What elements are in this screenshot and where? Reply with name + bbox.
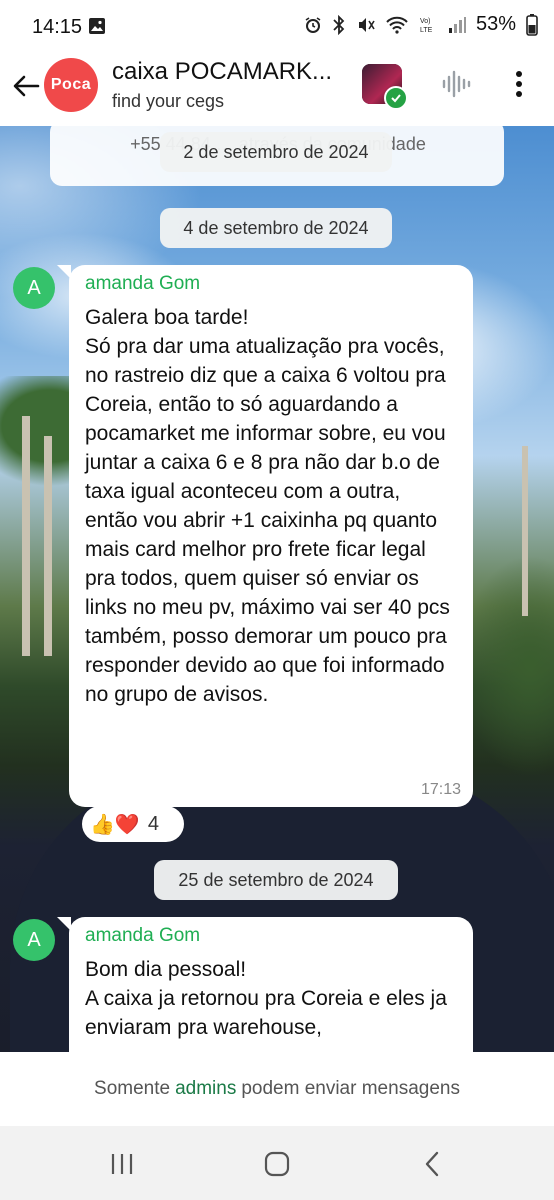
volte-icon: Vo) LTE [420, 18, 433, 34]
status-time: 14:15 [32, 16, 83, 38]
sender-avatar[interactable]: A [13, 267, 55, 309]
status-icons: Vo) LTE 53% [304, 13, 538, 36]
more-vertical-icon [516, 71, 522, 97]
voice-chat-button[interactable] [438, 66, 474, 102]
home-button[interactable] [257, 1148, 297, 1180]
sender-name[interactable]: amanda Gom [85, 925, 200, 947]
reaction-count: 4 [147, 812, 159, 835]
home-icon [264, 1151, 290, 1177]
arrow-left-icon [13, 75, 40, 97]
message-bubble[interactable]: amanda Gom Galera boa tarde! Só pra dar … [69, 265, 473, 807]
banner-prefix: Somente [94, 1078, 171, 1099]
audio-wave-icon [442, 70, 471, 98]
message-time: 17:13 [420, 781, 461, 798]
battery-icon [526, 13, 538, 36]
status-bar: 14:15 Vo) LTE 53% [0, 0, 554, 54]
back-button[interactable] [8, 68, 44, 104]
sender-name[interactable]: amanda Gom [85, 273, 200, 295]
reactions-bar[interactable]: 👍❤️ 4 [82, 806, 184, 842]
message-text: Bom dia pessoal! A caixa ja retornou pra… [85, 958, 447, 1039]
chat-area[interactable]: +55 44 84 … através da comunidade 2 de s… [0, 126, 554, 1052]
wallpaper-trunk [22, 416, 30, 656]
system-nav-bar [0, 1126, 554, 1200]
svg-text:LTE: LTE [420, 27, 433, 34]
group-title[interactable]: caixa POCAMARK... [112, 58, 332, 86]
admins-only-banner: Somente admins podem enviar mensagens [0, 1052, 554, 1126]
svg-text:Vo): Vo) [420, 18, 431, 25]
group-avatar-text: Poca [50, 76, 92, 93]
wallpaper-trunk [522, 446, 528, 616]
group-subtitle[interactable]: find your cegs [112, 91, 224, 112]
floating-date-pill: 2 de setembro de 2024 [160, 132, 392, 172]
signal-icon [448, 16, 466, 33]
wallpaper-trunk [44, 436, 52, 656]
reaction-emojis: 👍❤️ [90, 813, 140, 836]
bluetooth-icon [333, 14, 345, 35]
chevron-left-icon [425, 1151, 439, 1177]
wifi-icon [386, 16, 408, 34]
recents-icon [111, 1154, 133, 1174]
wallpaper-bush [470, 546, 554, 786]
check-icon [384, 86, 408, 110]
more-options-button[interactable] [504, 66, 534, 102]
admins-link[interactable]: admins [175, 1078, 236, 1100]
sender-avatar-letter: A [27, 276, 41, 299]
message-bubble[interactable]: amanda Gom Bom dia pessoal! A caixa ja r… [69, 917, 473, 1052]
chat-header: Poca caixa POCAMARK... find your cegs [0, 54, 554, 126]
sender-avatar[interactable]: A [13, 919, 55, 961]
community-avatar[interactable] [362, 64, 408, 110]
back-nav-button[interactable] [412, 1148, 452, 1180]
gallery-icon [89, 18, 105, 34]
recent-apps-button[interactable] [102, 1148, 142, 1180]
date-divider: 4 de setembro de 2024 [160, 208, 392, 248]
message-text: Galera boa tarde! Só pra dar uma atualiz… [85, 306, 450, 706]
alarm-icon [305, 16, 321, 33]
sender-avatar-letter: A [27, 928, 41, 951]
banner-suffix: podem enviar mensagens [241, 1078, 460, 1099]
mute-icon [358, 17, 375, 32]
battery-percent: 53% [475, 13, 516, 35]
group-avatar[interactable]: Poca [44, 58, 98, 112]
date-divider: 25 de setembro de 2024 [154, 860, 398, 900]
